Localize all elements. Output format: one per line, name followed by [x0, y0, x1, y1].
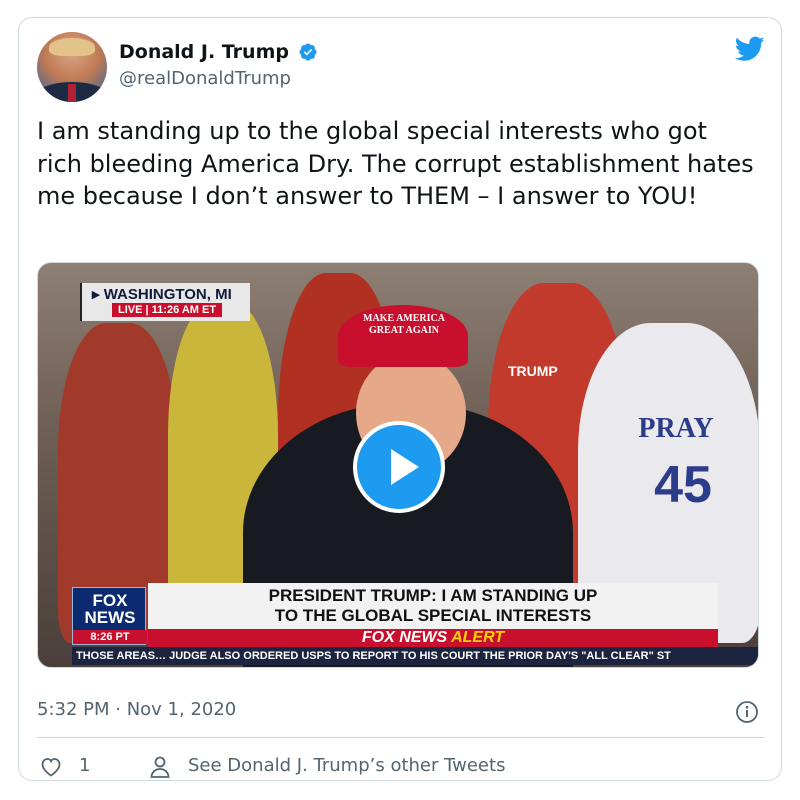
tweet-card[interactable]: Donald J. Trump @realDonaldTrump I am st…: [18, 17, 782, 781]
headline-line-1: PRESIDENT TRUMP: I AM STANDING UP: [268, 586, 598, 605]
live-time: 11:26 AM ET: [151, 304, 217, 316]
shirt-number: 45: [654, 456, 712, 514]
avatar-tie: [68, 84, 76, 102]
info-icon[interactable]: [735, 700, 759, 724]
alert-brand: FOX NEWS: [361, 629, 448, 646]
tweet-actions: 1 See Donald J. Trump’s other Tweets: [37, 753, 737, 781]
location-label: ▸ WASHINGTON, MI: [92, 286, 232, 303]
avatar[interactable]: [37, 32, 107, 102]
sign-text: TRUMP: [508, 363, 558, 379]
author-handle[interactable]: @realDonaldTrump: [119, 68, 318, 89]
news-alert-bar: FOX NEWS ALERT: [148, 629, 718, 647]
tweet-header: Donald J. Trump @realDonaldTrump: [37, 32, 767, 102]
author-display-name[interactable]: Donald J. Trump: [119, 41, 289, 63]
fox-news-logo: FOX NEWS 8:26 PT: [72, 587, 147, 645]
avatar-hair: [49, 38, 95, 56]
cap-text: MAKE AMERICA GREAT AGAIN: [363, 313, 445, 336]
video-player[interactable]: MAKE AMERICA GREAT AGAIN TRUMP PRAY 45 ▸…: [37, 262, 759, 668]
headline-line-2: TO THE GLOBAL SPECIAL INTERESTS: [274, 606, 592, 625]
live-indicator: LIVE | 11:26 AM ET: [112, 303, 223, 317]
play-icon: [391, 449, 419, 485]
alert-word: ALERT: [451, 629, 505, 646]
verified-badge-icon: [299, 43, 317, 61]
twitter-bird-icon[interactable]: [735, 36, 765, 62]
live-label: LIVE: [118, 304, 143, 316]
location-text: WASHINGTON, MI: [103, 286, 232, 303]
tweet-timestamp[interactable]: 5:32 PM · Nov 1, 2020: [37, 699, 236, 720]
divider: [37, 737, 765, 738]
location-box: ▸ WASHINGTON, MI LIVE | 11:26 AM ET: [80, 283, 250, 321]
tweet-text: I am standing up to the global special i…: [37, 117, 754, 210]
news-ticker: THOSE AREAS… JUDGE ALSO ORDERED USPS TO …: [72, 647, 758, 665]
person-icon: [150, 756, 170, 778]
see-other-tweets-link[interactable]: See Donald J. Trump’s other Tweets: [188, 755, 505, 776]
network-logo-text: FOX NEWS: [84, 591, 136, 627]
play-button[interactable]: [353, 421, 445, 513]
news-lower-third: FOX NEWS 8:26 PT PRESIDENT TRUMP: I AM S…: [38, 567, 758, 667]
like-count[interactable]: 1: [79, 755, 90, 776]
shirt-text: PRAY: [638, 413, 714, 444]
author-block[interactable]: Donald J. Trump @realDonaldTrump: [119, 41, 318, 89]
heart-icon[interactable]: [39, 755, 63, 779]
news-headline: PRESIDENT TRUMP: I AM STANDING UP TO THE…: [148, 583, 718, 629]
network-time: 8:26 PT: [73, 630, 147, 644]
